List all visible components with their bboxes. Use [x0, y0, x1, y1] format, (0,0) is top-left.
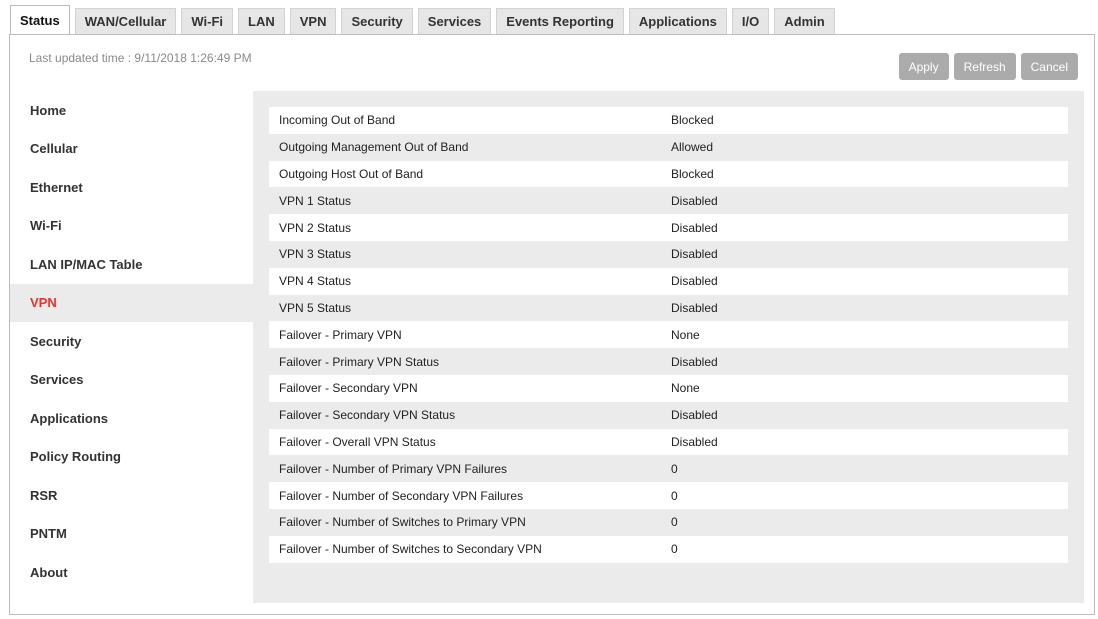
- table-row: VPN 1 Status Disabled: [269, 187, 1068, 214]
- table-row: Failover - Primary VPN None: [269, 321, 1068, 349]
- status-value: Blocked: [671, 166, 714, 181]
- sidebar-item-security[interactable]: Security: [10, 322, 253, 361]
- status-value: Disabled: [671, 193, 718, 208]
- status-value: Disabled: [671, 220, 718, 235]
- status-label: Failover - Number of Secondary VPN Failu…: [279, 488, 524, 503]
- status-label: Failover - Primary VPN: [279, 327, 402, 342]
- status-label: Failover - Primary VPN Status: [279, 354, 440, 369]
- table-row: Outgoing Host Out of Band Blocked: [269, 160, 1068, 188]
- tab-events-reporting[interactable]: Events Reporting: [496, 8, 624, 34]
- tab-status[interactable]: Status: [10, 5, 70, 35]
- sidebar-item-lan-ip-mac-table[interactable]: LAN IP/MAC Table: [10, 245, 253, 284]
- status-value: Allowed: [671, 140, 714, 155]
- table-row: Failover - Number of Switches to Primary…: [269, 509, 1068, 536]
- sidebar-item-services[interactable]: Services: [10, 361, 253, 400]
- status-value: None: [671, 381, 700, 396]
- status-label: Failover - Secondary VPN Status: [279, 408, 456, 423]
- status-label: Incoming Out of Band: [279, 113, 396, 128]
- status-value: Disabled: [671, 408, 718, 423]
- status-label: Outgoing Management Out of Band: [279, 140, 469, 155]
- action-buttons: Apply Refresh Cancel: [898, 53, 1078, 80]
- apply-button[interactable]: Apply: [898, 53, 949, 80]
- table-row: Failover - Number of Secondary VPN Failu…: [269, 482, 1068, 509]
- last-updated-text: Last updated time : 9/11/2018 1:26:49 PM: [29, 51, 252, 65]
- status-value: Disabled: [671, 274, 718, 289]
- tab-vpn[interactable]: VPN: [289, 8, 337, 34]
- sidebar-nav: Home Cellular Ethernet Wi-Fi LAN IP/MAC Tabl…: [10, 91, 253, 592]
- table-row: Failover - Secondary VPN None: [269, 374, 1068, 402]
- status-value: 0: [671, 488, 678, 503]
- status-value: 0: [671, 515, 678, 530]
- sidebar-item-wi-fi[interactable]: Wi-Fi: [10, 207, 253, 246]
- status-panel: Last updated time : 9/11/2018 1:26:49 PM…: [9, 34, 1095, 615]
- tab-wi-fi[interactable]: Wi-Fi: [181, 8, 234, 34]
- table-row: VPN 2 Status Disabled: [269, 214, 1068, 241]
- tab-services[interactable]: Services: [417, 8, 492, 34]
- table-row: VPN 3 Status Disabled: [269, 241, 1068, 268]
- sidebar-item-pntm[interactable]: PNTM: [10, 515, 253, 554]
- sidebar-item-ethernet[interactable]: Ethernet: [10, 168, 253, 207]
- table-row: Failover - Primary VPN Status Disabled: [269, 348, 1068, 375]
- cancel-button[interactable]: Cancel: [1020, 53, 1078, 80]
- status-value: Disabled: [671, 434, 718, 449]
- sidebar-item-cellular[interactable]: Cellular: [10, 130, 253, 169]
- sidebar-item-applications[interactable]: Applications: [10, 399, 253, 438]
- table-row: Failover - Number of Switches to Seconda…: [269, 535, 1068, 563]
- status-value: 0: [671, 542, 678, 557]
- tab-lan[interactable]: LAN: [238, 8, 285, 34]
- status-label: VPN 4 Status: [279, 274, 352, 289]
- status-label: Outgoing Host Out of Band: [279, 166, 424, 181]
- status-value: Disabled: [671, 247, 718, 262]
- sidebar-item-about[interactable]: About: [10, 553, 253, 592]
- refresh-button[interactable]: Refresh: [953, 53, 1016, 80]
- table-row: VPN 5 Status Disabled: [269, 295, 1068, 322]
- top-tab-bar: Status WAN/Cellular Wi-Fi LAN VPN Security Ser…: [10, 4, 840, 35]
- status-value: Blocked: [671, 113, 714, 128]
- tab-i-o[interactable]: I/O: [731, 8, 770, 34]
- table-row: Failover - Overall VPN Status Disabled: [269, 428, 1068, 456]
- status-label: Failover - Number of Switches to Seconda…: [279, 542, 542, 557]
- table-row: Failover - Secondary VPN Status Disabled: [269, 402, 1068, 429]
- status-value: Disabled: [671, 300, 718, 315]
- sidebar-item-vpn[interactable]: VPN: [10, 283, 253, 322]
- status-value: 0: [671, 461, 678, 476]
- table-row: Incoming Out of Band Blocked: [269, 107, 1068, 134]
- tab-wan-cellular[interactable]: WAN/Cellular: [74, 8, 177, 34]
- vpn-status-table: Incoming Out of Band Blocked Outgoing Mana…: [269, 107, 1068, 563]
- tab-applications[interactable]: Applications: [628, 8, 727, 34]
- table-row: Outgoing Management Out of Band Allowed: [269, 134, 1068, 161]
- status-label: VPN 5 Status: [279, 300, 352, 315]
- table-row: VPN 4 Status Disabled: [269, 267, 1068, 295]
- sidebar-item-home[interactable]: Home: [10, 91, 253, 130]
- page: Status WAN/Cellular Wi-Fi LAN VPN Security Ser…: [0, 0, 1098, 619]
- status-value: Disabled: [671, 354, 718, 369]
- tab-admin[interactable]: Admin: [774, 8, 835, 34]
- sidebar-item-rsr[interactable]: RSR: [10, 476, 253, 515]
- vpn-status-content: Incoming Out of Band Blocked Outgoing Mana…: [253, 91, 1084, 603]
- status-label: VPN 3 Status: [279, 247, 352, 262]
- status-label: Failover - Number of Primary VPN Failure…: [279, 461, 508, 476]
- status-label: Failover - Overall VPN Status: [279, 434, 436, 449]
- tab-security[interactable]: Security: [341, 8, 413, 34]
- status-label: VPN 2 Status: [279, 220, 352, 235]
- status-label: Failover - Secondary VPN: [279, 381, 418, 396]
- status-label: Failover - Number of Switches to Primary…: [279, 515, 526, 530]
- status-value: None: [671, 327, 700, 342]
- table-row: Failover - Number of Primary VPN Failure…: [269, 455, 1068, 482]
- status-label: VPN 1 Status: [279, 193, 352, 208]
- sidebar-item-policy-routing[interactable]: Policy Routing: [10, 438, 253, 477]
